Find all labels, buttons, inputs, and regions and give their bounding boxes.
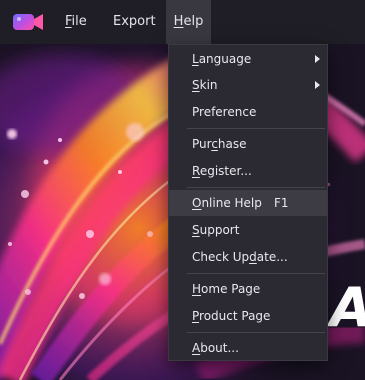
menu-export-label: Export: [113, 14, 156, 29]
menu-item-about[interactable]: About...: [169, 335, 327, 361]
menu-separator: [187, 273, 325, 274]
menu-item-register[interactable]: Register...: [169, 158, 327, 184]
menu-item-purchase-label: Purchase: [192, 137, 247, 151]
menu-item-home-page[interactable]: Home Page: [169, 276, 327, 302]
menu-item-purchase[interactable]: Purchase: [169, 131, 327, 157]
menu-item-online-help-label: Online Help: [192, 196, 262, 210]
menu-item-language-label: Language: [192, 52, 252, 66]
menu-item-support-label: Support: [192, 223, 240, 237]
menu-help-label: elp: [183, 14, 204, 29]
menu-item-support[interactable]: Support: [169, 217, 327, 243]
menu-help-mnemonic: H: [173, 14, 184, 29]
menu-item-register-label: Register...: [192, 164, 252, 178]
menu-export[interactable]: Export: [113, 0, 165, 44]
menu-item-home-page-label: Home Page: [192, 282, 261, 296]
menu-separator: [187, 128, 325, 129]
menu-item-check-update[interactable]: Check Update...: [169, 244, 327, 270]
menu-item-check-update-label: Check Update...: [192, 250, 288, 264]
menu-item-product-page[interactable]: Product Page: [169, 303, 327, 329]
menu-item-skin[interactable]: Skin: [169, 72, 327, 98]
menu-separator: [187, 332, 325, 333]
menu-item-skin-label: Skin: [192, 78, 218, 92]
menu-item-preference[interactable]: Preference: [169, 99, 327, 125]
menu-item-about-label: About...: [192, 341, 239, 355]
menu-file[interactable]: File: [65, 0, 95, 44]
menu-item-online-help[interactable]: Online Help F1: [169, 190, 327, 216]
chevron-right-icon: [315, 55, 320, 63]
menu-help[interactable]: Help: [166, 0, 211, 44]
menu-file-label: ile: [71, 14, 87, 29]
menu-item-language[interactable]: Language: [169, 46, 327, 72]
chevron-right-icon: [315, 81, 320, 89]
help-dropdown-menu: Language Skin Preference Purchase Regist…: [168, 44, 328, 361]
menu-bar: File Export Help: [0, 0, 365, 44]
menu-item-product-page-label: Product Page: [192, 309, 271, 323]
hero-title-text: A: [330, 278, 365, 338]
menu-item-preference-label: Preference: [192, 105, 257, 119]
shortcut-label: F1: [274, 196, 289, 210]
video-camera-logo-icon[interactable]: [11, 10, 45, 34]
menu-separator: [187, 187, 325, 188]
